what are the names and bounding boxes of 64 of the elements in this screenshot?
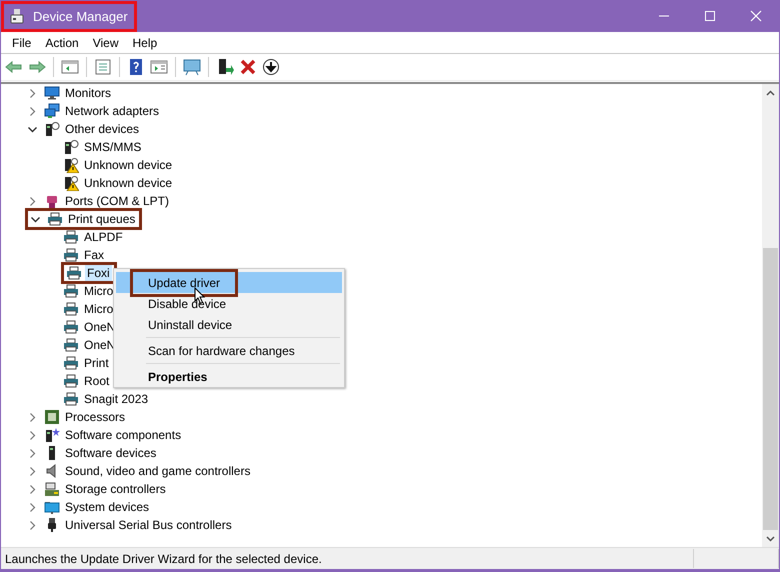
network-icon bbox=[44, 103, 60, 119]
maximize-icon[interactable] bbox=[704, 10, 716, 22]
tree-item[interactable]: Ports (COM & LPT) bbox=[63, 192, 172, 210]
printer-icon bbox=[63, 337, 79, 353]
tree-item[interactable]: Unknown device bbox=[82, 156, 174, 174]
menu-item[interactable]: Action bbox=[38, 34, 86, 52]
tree-item[interactable]: SMS/MMS bbox=[82, 138, 144, 156]
device-question-icon bbox=[44, 121, 60, 137]
close-icon[interactable] bbox=[750, 10, 762, 22]
tree-item[interactable]: Foxi bbox=[85, 264, 112, 282]
printer-icon bbox=[63, 319, 79, 335]
download-icon[interactable] bbox=[261, 57, 281, 77]
printer-icon bbox=[66, 265, 82, 281]
tree-item[interactable]: Other devices bbox=[63, 120, 142, 138]
printer-icon bbox=[63, 229, 79, 245]
tree-item[interactable]: Print queues bbox=[66, 210, 138, 228]
chip-icon bbox=[44, 409, 60, 425]
delete-icon[interactable] bbox=[238, 57, 258, 77]
menu-item[interactable]: Help bbox=[126, 34, 164, 52]
folder-icon bbox=[44, 499, 60, 515]
device-warning-icon bbox=[63, 175, 79, 191]
printer-icon bbox=[63, 283, 79, 299]
tree-item[interactable]: Universal Serial Bus controllers bbox=[63, 516, 234, 534]
printer-icon bbox=[63, 247, 79, 263]
tree-item[interactable]: Snagit 2023 bbox=[82, 390, 150, 408]
window-title: Device Manager bbox=[33, 8, 128, 24]
tree-item[interactable]: Sound, video and game controllers bbox=[63, 462, 252, 480]
menu-item[interactable]: Uninstall device bbox=[116, 314, 342, 335]
menu-item[interactable]: Properties bbox=[116, 366, 342, 387]
scrollbar[interactable] bbox=[762, 84, 779, 547]
component-icon bbox=[44, 427, 60, 443]
scroll-thumb[interactable] bbox=[763, 248, 778, 530]
monitor-icon[interactable] bbox=[182, 57, 202, 77]
tree-item[interactable]: Micro bbox=[82, 282, 116, 300]
tree-item[interactable]: Storage controllers bbox=[63, 480, 168, 498]
monitor-icon bbox=[44, 85, 60, 101]
printer-icon bbox=[47, 211, 63, 227]
tree-item[interactable]: System devices bbox=[63, 498, 152, 516]
tree-item[interactable]: Network adapters bbox=[63, 102, 162, 120]
tree-item[interactable]: Micro bbox=[82, 300, 116, 318]
device-warning-icon bbox=[63, 157, 79, 173]
tree-item[interactable]: Print bbox=[82, 354, 111, 372]
status-text: Launches the Update Driver Wizard for the selected device. bbox=[4, 552, 323, 566]
printer-icon bbox=[63, 391, 79, 407]
tree-item[interactable]: Software components bbox=[63, 426, 184, 444]
tree-item[interactable]: Software devices bbox=[63, 444, 158, 462]
menu-item[interactable]: View bbox=[86, 34, 126, 52]
device-question-icon bbox=[63, 139, 79, 155]
tree-item[interactable]: Unknown device bbox=[82, 174, 174, 192]
port-icon bbox=[44, 193, 60, 209]
tree-item[interactable]: Monitors bbox=[63, 84, 114, 102]
tree-item[interactable]: Fax bbox=[82, 246, 106, 264]
menu-item[interactable]: Scan for hardware changes bbox=[116, 340, 342, 361]
tree-item[interactable]: Processors bbox=[63, 408, 128, 426]
printer-icon bbox=[63, 355, 79, 371]
storage-icon bbox=[44, 481, 60, 497]
menu-item[interactable]: File bbox=[5, 34, 38, 52]
app-icon bbox=[9, 8, 25, 24]
list-icon[interactable] bbox=[93, 57, 113, 77]
tree-item[interactable]: ALPDF bbox=[82, 228, 125, 246]
printer-icon bbox=[63, 373, 79, 389]
menu-item[interactable]: Disable device bbox=[116, 293, 342, 314]
printer-icon bbox=[63, 301, 79, 317]
tree-item[interactable]: Root bbox=[82, 372, 112, 390]
